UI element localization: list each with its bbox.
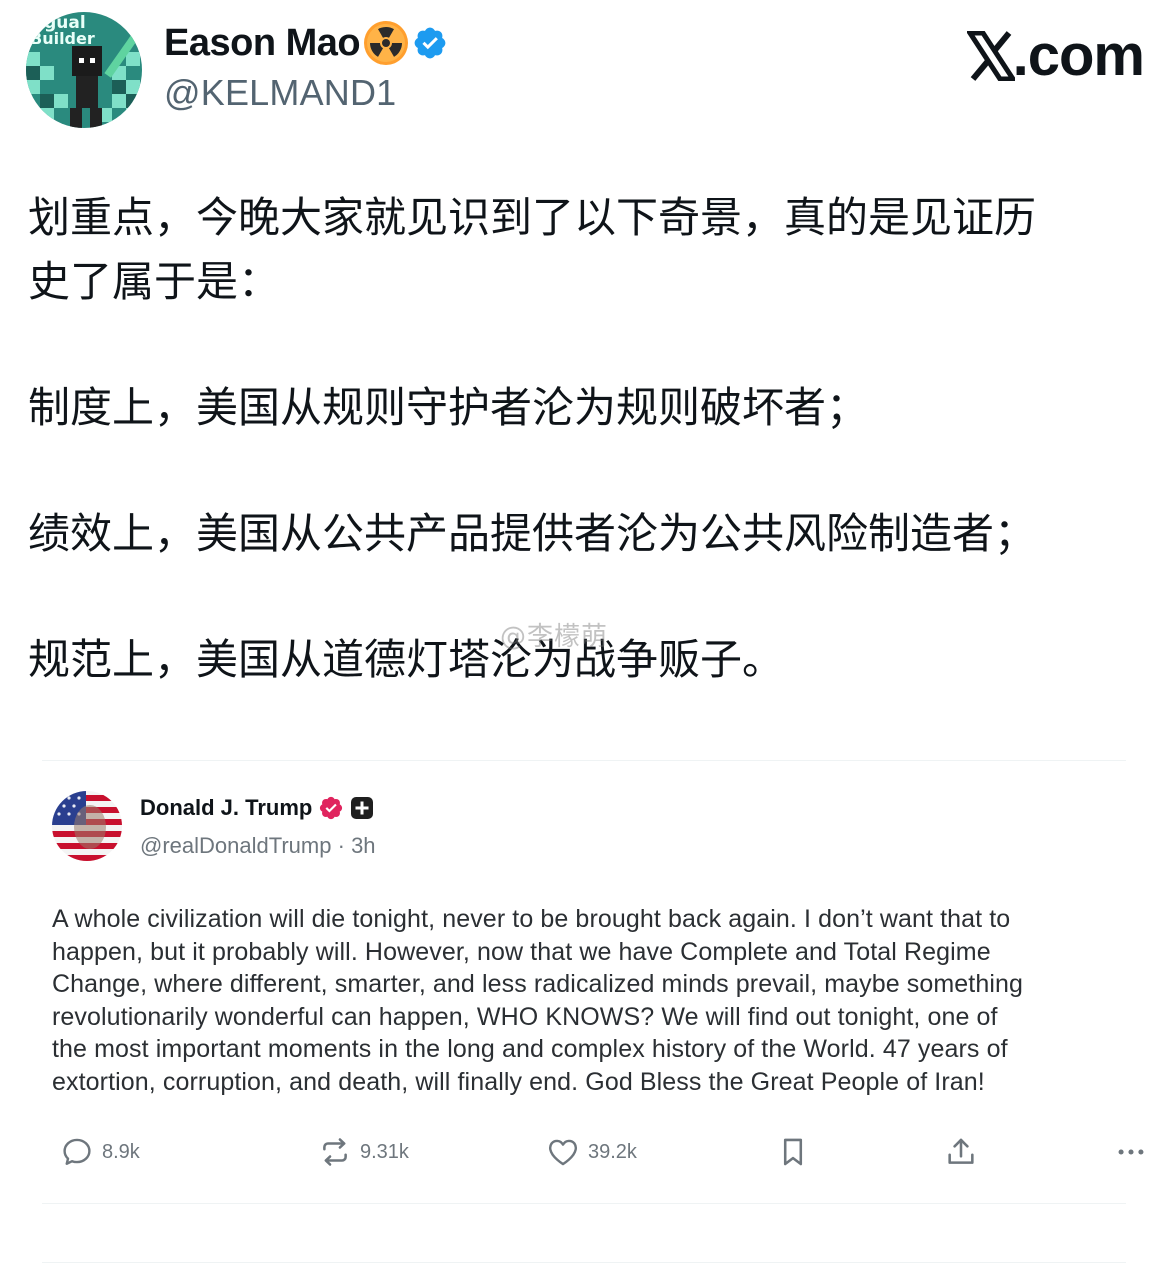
post-paragraph-3: 绩效上，美国从公共产品提供者沦为公共风险制造者； bbox=[28, 509, 1037, 558]
quoted-display-name[interactable]: Donald J. Trump bbox=[140, 795, 312, 821]
bottom-divider bbox=[42, 1262, 1126, 1263]
quoted-text-line: Change, where different, smarter, and le… bbox=[52, 970, 1024, 998]
author-info: Eason Mao @KELMAND1 bbox=[164, 18, 448, 114]
watermark: @李檬萌 bbox=[500, 622, 609, 652]
comment-icon bbox=[63, 1138, 91, 1165]
site-brand: .com bbox=[966, 23, 1145, 88]
like-button[interactable]: 39.2k bbox=[546, 1131, 637, 1173]
quoted-text-line: A whole civilization will die tonight, n… bbox=[52, 905, 1011, 933]
quoted-author-avatar[interactable] bbox=[52, 791, 122, 861]
author-handle[interactable]: @KELMAND1 bbox=[164, 72, 448, 114]
quoted-time[interactable]: 3h bbox=[351, 833, 375, 858]
verified-badge-icon[interactable] bbox=[412, 25, 448, 61]
x-logo-icon bbox=[966, 31, 1015, 81]
share-icon bbox=[948, 1138, 974, 1164]
bookmark-button[interactable] bbox=[776, 1131, 810, 1173]
reply-button[interactable]: 8.9k bbox=[60, 1131, 140, 1173]
quoted-text-line: happen, but it probably will. However, n… bbox=[52, 937, 991, 966]
quoted-avatar-image bbox=[52, 791, 122, 861]
reply-count: 8.9k bbox=[102, 1140, 140, 1163]
heart-icon bbox=[548, 1139, 578, 1166]
plus-square-icon bbox=[351, 797, 374, 819]
quoted-text-line: extortion, corruption, and death, will f… bbox=[52, 1067, 985, 1096]
post-paragraph-1-line-2: 史了属于是： bbox=[28, 257, 281, 306]
repost-count: 9.31k bbox=[360, 1140, 409, 1163]
more-icon bbox=[1118, 1149, 1144, 1155]
more-button[interactable] bbox=[1114, 1131, 1148, 1173]
display-name-row: Eason Mao bbox=[164, 18, 448, 68]
quoted-action-bar: 8.9k 9.31k 39.2k bbox=[60, 1131, 1144, 1173]
quoted-text-line: the most important moments in the long a… bbox=[52, 1035, 1008, 1063]
avatar-text-2: Builder bbox=[30, 29, 95, 48]
author-avatar[interactable]: ngual Builder bbox=[26, 12, 142, 128]
bookmark-icon bbox=[783, 1138, 803, 1166]
repost-icon bbox=[323, 1138, 347, 1166]
quoted-post-card[interactable]: Donald J. Trump @realDonaldTrump · 3h A … bbox=[42, 760, 1144, 1204]
share-button[interactable] bbox=[944, 1131, 978, 1173]
meta-separator: · bbox=[337, 833, 345, 858]
avatar-image: ngual Builder bbox=[26, 12, 142, 128]
post-header: ngual Builder Eason Mao @KELMAND1 .com bbox=[26, 12, 1146, 132]
quoted-text: A whole civilization will die tonight, n… bbox=[52, 903, 1122, 1098]
site-domain-text: .com bbox=[1012, 23, 1145, 88]
quoted-name-row: Donald J. Trump bbox=[140, 791, 374, 825]
quoted-handle[interactable]: @realDonaldTrump bbox=[140, 833, 331, 858]
quoted-meta: @realDonaldTrump · 3h bbox=[140, 833, 376, 859]
quoted-verified-badge-icon[interactable] bbox=[318, 795, 344, 821]
post-paragraph-1-line-1: 划重点，今晚大家就见识到了以下奇景，真的是见证历 bbox=[28, 193, 1037, 242]
like-count: 39.2k bbox=[588, 1140, 637, 1163]
post-paragraph-2: 制度上，美国从规则守护者沦为规则破坏者； bbox=[28, 383, 869, 432]
quoted-text-line: revolutionarily wonderful can happen, WH… bbox=[52, 1002, 998, 1031]
repost-button[interactable]: 9.31k bbox=[318, 1131, 409, 1173]
display-name[interactable]: Eason Mao bbox=[164, 22, 361, 65]
radioactive-icon bbox=[364, 21, 409, 65]
